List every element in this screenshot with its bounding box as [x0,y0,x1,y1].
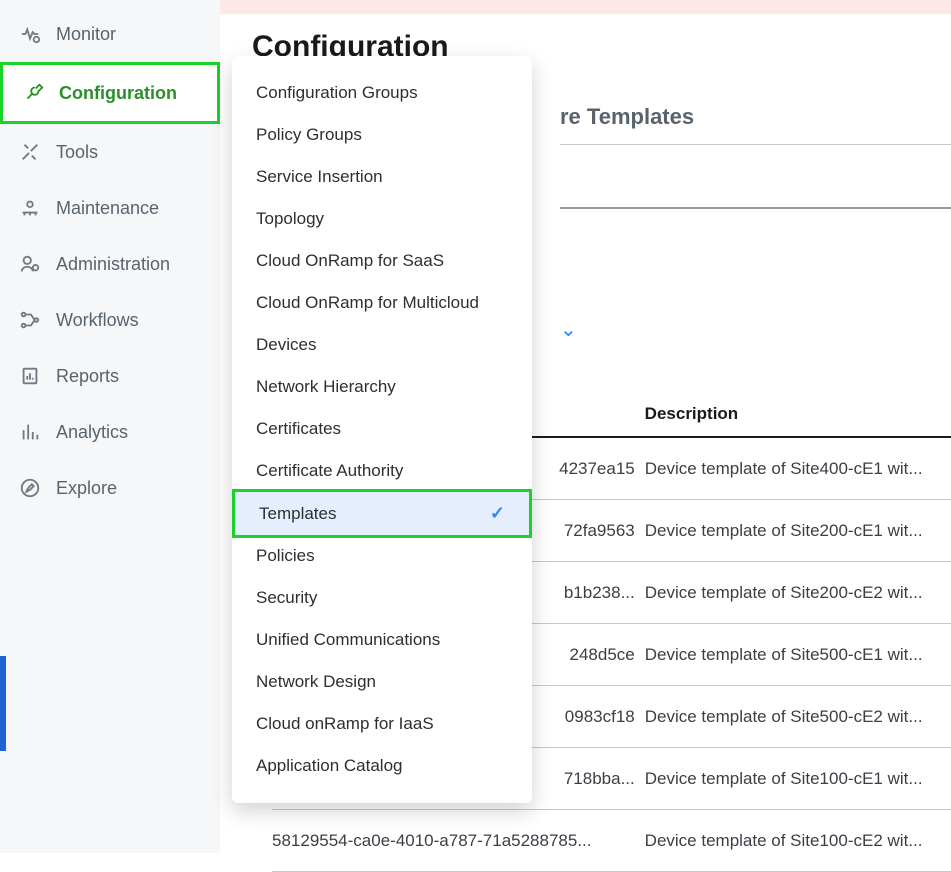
dropdown-item-label: Topology [256,209,324,229]
dropdown-item-label: Certificates [256,419,341,439]
dropdown-item-certificate-authority[interactable]: Certificate Authority [232,450,532,492]
sidebar-item-label: Analytics [56,422,128,443]
cell-description: Device template of Site100-cE2 wit... [645,831,951,851]
cell-description: Device template of Site500-cE2 wit... [645,707,951,727]
dropdown-item-cloud-onramp-for-iaas[interactable]: Cloud onRamp for IaaS [232,703,532,745]
workflows-icon [18,308,42,332]
sidebar: Monitor Configuration Tools Maintenance … [0,0,220,853]
dropdown-item-cloud-onramp-for-multicloud[interactable]: Cloud OnRamp for Multicloud [232,282,532,324]
configuration-dropdown: Configuration Groups Policy Groups Service… [232,56,532,803]
sidebar-item-label: Configuration [59,83,177,104]
dropdown-item-label: Unified Communications [256,630,440,650]
sidebar-item-tools[interactable]: Tools [0,124,220,180]
dropdown-item-configuration-groups[interactable]: Configuration Groups [232,72,532,114]
dropdown-item-label: Policies [256,546,315,566]
table-row[interactable]: 58129554-ca0e-4010-a787-71a5288785...Dev… [272,810,951,872]
cell-description: Device template of Site500-cE1 wit... [645,645,951,665]
cell-description: Device template of Site200-cE2 wit... [645,583,951,603]
sidebar-item-configuration[interactable]: Configuration [0,62,220,124]
sidebar-item-label: Explore [56,478,117,499]
dropdown-item-policies[interactable]: Policies [232,535,532,577]
dropdown-item-label: Templates [259,504,336,524]
dropdown-item-label: Cloud OnRamp for Multicloud [256,293,479,313]
dropdown-item-label: Application Catalog [256,756,402,776]
sidebar-item-reports[interactable]: Reports [0,348,220,404]
cell-description: Device template of Site200-cE1 wit... [645,521,951,541]
dropdown-item-label: Certificate Authority [256,461,403,481]
sidebar-item-workflows[interactable]: Workflows [0,292,220,348]
dropdown-item-label: Configuration Groups [256,83,418,103]
cell-description: Device template of Site100-cE1 wit... [645,769,951,789]
dropdown-item-certificates[interactable]: Certificates [232,408,532,450]
sidebar-item-analytics[interactable]: Analytics [0,404,220,460]
dropdown-item-templates[interactable]: Templates ✓ [232,489,532,538]
sidebar-item-label: Workflows [56,310,139,331]
administration-icon [18,252,42,276]
dropdown-item-network-hierarchy[interactable]: Network Hierarchy [232,366,532,408]
cell-id: 58129554-ca0e-4010-a787-71a5288785... [272,831,645,851]
sidebar-item-explore[interactable]: Explore [0,460,220,516]
dropdown-item-network-design[interactable]: Network Design [232,661,532,703]
monitor-icon [18,22,42,46]
sidebar-item-administration[interactable]: Administration [0,236,220,292]
dropdown-item-label: Cloud onRamp for IaaS [256,714,434,734]
chevron-down-icon[interactable]: ⌄ [560,319,577,341]
dropdown-item-label: Devices [256,335,316,355]
dropdown-item-label: Policy Groups [256,125,362,145]
subsection-label: re Templates [560,104,694,129]
dropdown-item-unified-communications[interactable]: Unified Communications [232,619,532,661]
dropdown-item-service-insertion[interactable]: Service Insertion [232,156,532,198]
analytics-icon [18,420,42,444]
blue-edge-indicator [0,656,6,751]
sidebar-item-label: Tools [56,142,98,163]
dropdown-item-application-catalog[interactable]: Application Catalog [232,745,532,787]
compass-icon [18,476,42,500]
dropdown-item-devices[interactable]: Devices [232,324,532,366]
cell-description: Device template of Site400-cE1 wit... [645,459,951,479]
check-icon: ✓ [490,503,505,524]
dropdown-item-cloud-onramp-for-saas[interactable]: Cloud OnRamp for SaaS [232,240,532,282]
sidebar-item-label: Monitor [56,24,116,45]
separator [560,207,951,209]
wrench-icon [21,81,45,105]
dropdown-item-security[interactable]: Security [232,577,532,619]
reports-icon [18,364,42,388]
dropdown-item-policy-groups[interactable]: Policy Groups [232,114,532,156]
separator [560,144,951,145]
dropdown-item-topology[interactable]: Topology [232,198,532,240]
maintenance-icon [18,196,42,220]
col-header-description: Description [645,404,951,424]
sidebar-item-label: Administration [56,254,170,275]
dropdown-item-label: Security [256,588,317,608]
sidebar-item-maintenance[interactable]: Maintenance [0,180,220,236]
dropdown-item-label: Network Hierarchy [256,377,396,397]
tools-icon [18,140,42,164]
sidebar-item-label: Maintenance [56,198,159,219]
sidebar-item-label: Reports [56,366,119,387]
sidebar-item-monitor[interactable]: Monitor [0,6,220,62]
dropdown-item-label: Network Design [256,672,376,692]
dropdown-item-label: Cloud OnRamp for SaaS [256,251,444,271]
dropdown-item-label: Service Insertion [256,167,383,187]
